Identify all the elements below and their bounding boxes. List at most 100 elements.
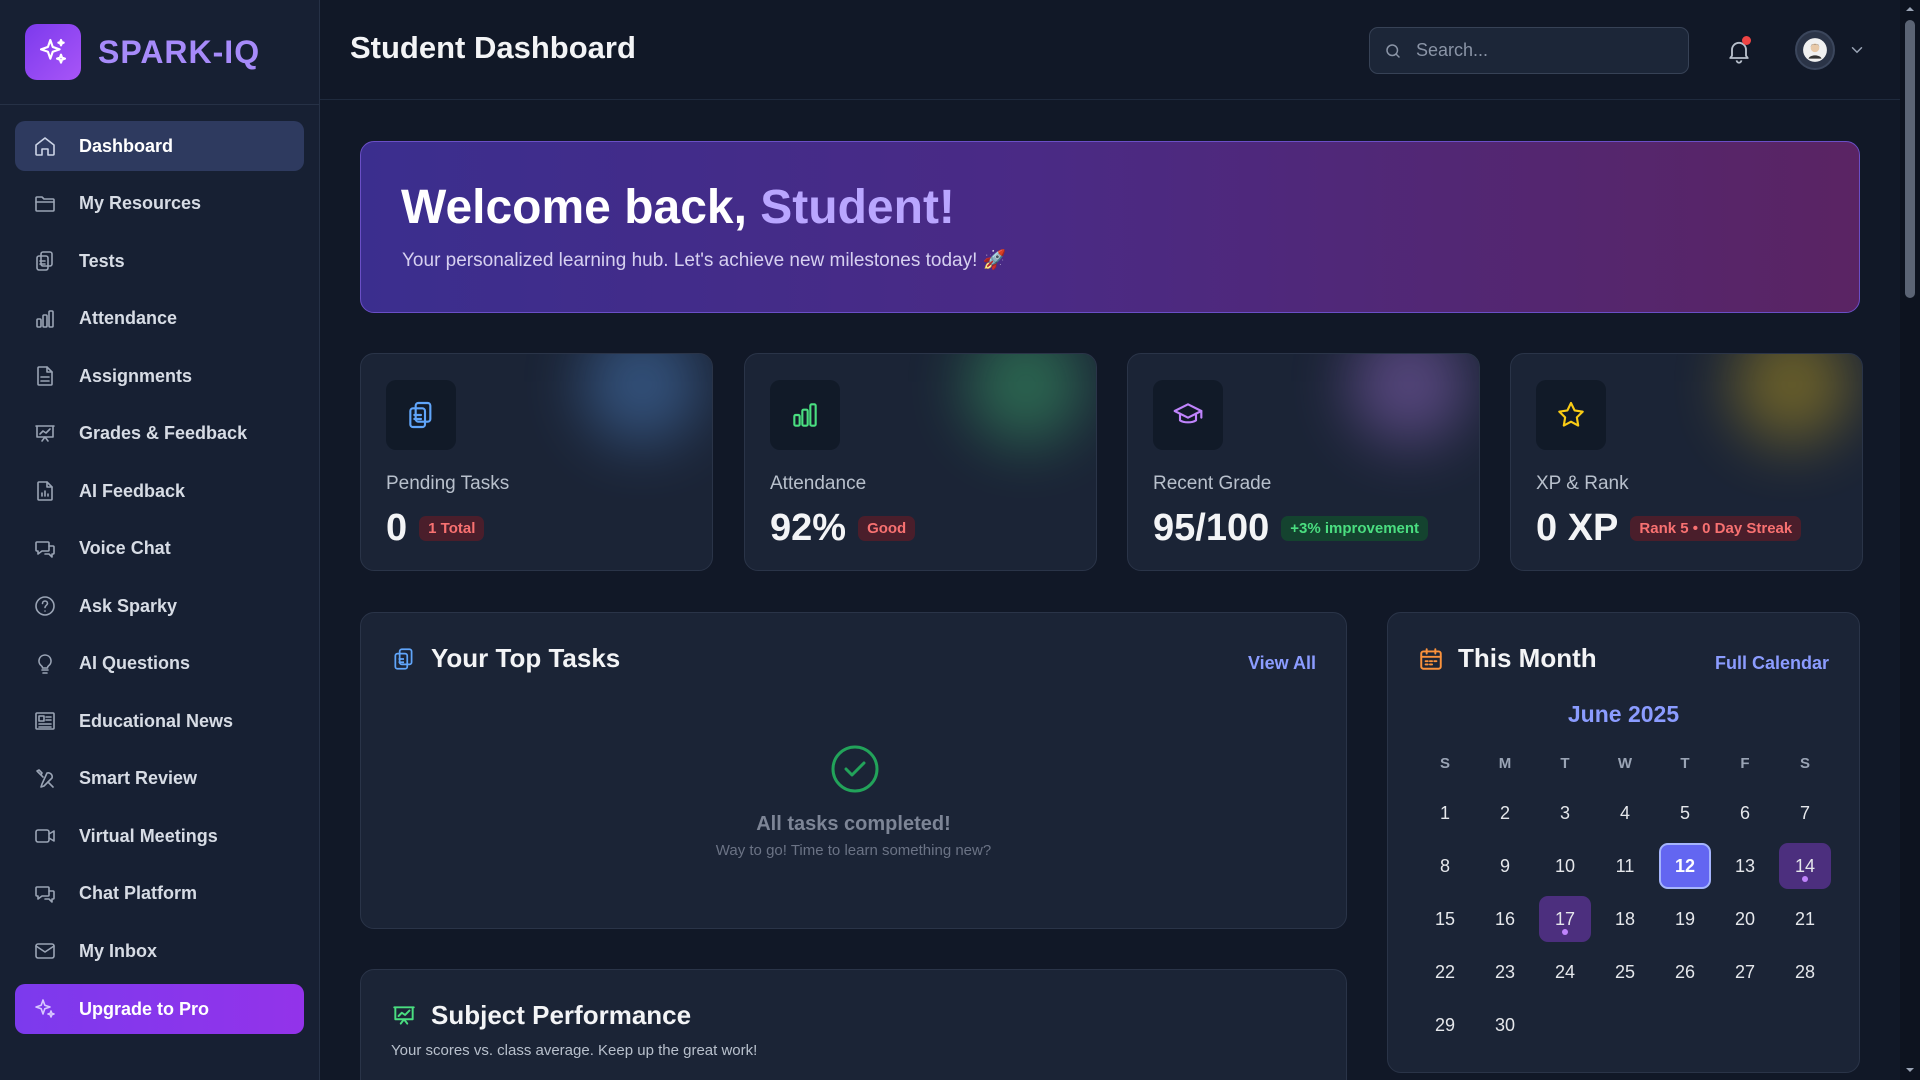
calendar-month: June 2025 xyxy=(1567,701,1680,727)
stat-card-attendance[interactable]: Attendance 92% Good xyxy=(744,353,1097,571)
calendar-day[interactable]: 29 xyxy=(1419,1002,1471,1048)
upgrade-to-pro-button[interactable]: Upgrade to Pro xyxy=(15,984,304,1034)
sparkles-icon xyxy=(33,997,57,1021)
user-avatar[interactable] xyxy=(1795,30,1835,70)
calendar-card: This Month Full Calendar June 2025 S M T W T… xyxy=(1387,612,1860,1073)
search-input[interactable] xyxy=(1416,40,1666,61)
sidebar-item-label: Tests xyxy=(79,250,125,271)
calendar-day[interactable]: 19 xyxy=(1659,896,1711,942)
calendar-day[interactable]: 6 xyxy=(1719,790,1771,836)
calendar-day[interactable]: 9 xyxy=(1479,843,1531,889)
calendar-day[interactable]: 30 xyxy=(1479,1002,1531,1048)
newspaper-icon xyxy=(33,709,57,733)
calendar-day[interactable]: 18 xyxy=(1599,896,1651,942)
view-all-link[interactable]: View All xyxy=(1248,653,1316,674)
calendar-day[interactable]: 8 xyxy=(1419,843,1471,889)
calendar-icon xyxy=(1418,646,1444,672)
calendar-day[interactable]: 1 xyxy=(1419,790,1471,836)
sidebar-item-my-inbox[interactable]: My Inbox xyxy=(15,926,304,976)
calendar-empty-cell xyxy=(1535,1002,1595,1048)
calendar-day[interactable]: 20 xyxy=(1719,896,1771,942)
page-scrollbar[interactable] xyxy=(1900,0,1920,1080)
scroll-down-arrow-icon[interactable] xyxy=(1904,1064,1916,1076)
calendar-day[interactable]: 28 xyxy=(1779,949,1831,995)
bar-chart-icon xyxy=(33,307,57,331)
calendar-day[interactable]: 7 xyxy=(1779,790,1831,836)
sidebar-item-voice-chat[interactable]: Voice Chat xyxy=(15,524,304,574)
stat-card-recent-grade[interactable]: Recent Grade 95/100 +3% improvement xyxy=(1127,353,1480,571)
brand[interactable]: SPARK-IQ xyxy=(25,24,260,80)
stat-card-xp-rank[interactable]: XP & Rank 0 XP Rank 5 • 0 Day Streak xyxy=(1510,353,1863,571)
stat-value: 95/100 xyxy=(1153,507,1270,549)
clipboard-icon xyxy=(391,645,417,673)
calendar-day[interactable]: 22 xyxy=(1419,949,1471,995)
stat-value: 92% xyxy=(770,507,847,549)
calendar-day[interactable]: 4 xyxy=(1599,790,1651,836)
sidebar-item-label: Chat Platform xyxy=(79,883,198,903)
sidebar-item-ask-sparky[interactable]: Ask Sparky xyxy=(15,581,304,631)
search-box[interactable] xyxy=(1369,27,1689,74)
calendar-day[interactable]: 23 xyxy=(1479,949,1531,995)
full-calendar-link[interactable]: Full Calendar xyxy=(1715,653,1829,674)
stat-badge: Good xyxy=(858,516,916,541)
sidebar-item-educational-news[interactable]: Educational News xyxy=(15,696,304,746)
welcome-subtitle: Your personalized learning hub. Let's ac… xyxy=(402,250,1007,271)
card-glow xyxy=(1349,354,1469,444)
calendar-empty-cell xyxy=(1595,1002,1655,1048)
sidebar-item-dashboard[interactable]: Dashboard xyxy=(15,121,304,171)
search-icon xyxy=(1384,42,1402,60)
calendar-day[interactable]: 16 xyxy=(1479,896,1531,942)
calendar-day[interactable]: 14 xyxy=(1779,843,1831,889)
presentation-chart-icon xyxy=(33,422,57,446)
sidebar-item-assignments[interactable]: Assignments xyxy=(15,351,304,401)
welcome-heading: Welcome back, Student! xyxy=(401,180,955,235)
calendar-day[interactable]: 11 xyxy=(1599,843,1651,889)
sidebar-item-ai-feedback[interactable]: AI Feedback xyxy=(15,466,304,516)
stat-value: 0 XP xyxy=(1536,507,1619,549)
sidebar-item-label: Educational News xyxy=(79,710,234,731)
sidebar-item-ai-questions[interactable]: AI Questions xyxy=(15,639,304,689)
calendar-empty-cell xyxy=(1655,1002,1715,1048)
calendar-day[interactable]: 5 xyxy=(1659,790,1711,836)
sidebar-item-smart-review[interactable]: Smart Review xyxy=(15,754,304,804)
empty-subtitle: Way to go! Time to learn something new? xyxy=(715,842,992,859)
clipboard-icon xyxy=(386,380,456,450)
stat-value-row: 0 XP Rank 5 • 0 Day Streak xyxy=(1536,507,1802,550)
calendar-day[interactable]: 2 xyxy=(1479,790,1531,836)
calendar-day[interactable]: 13 xyxy=(1719,843,1771,889)
calendar-day-today[interactable]: 12 xyxy=(1659,843,1711,889)
chevron-down-icon[interactable] xyxy=(1848,41,1866,59)
calendar-day[interactable]: 24 xyxy=(1539,949,1591,995)
notifications-button[interactable] xyxy=(1725,36,1753,65)
performance-title: Subject Performance xyxy=(431,1000,692,1030)
calendar-day[interactable]: 17 xyxy=(1539,896,1591,942)
top-tasks-card: Your Top Tasks View All All tasks comple… xyxy=(360,612,1347,929)
stat-card-pending-tasks[interactable]: Pending Tasks 0 1 Total xyxy=(360,353,713,571)
stat-value-row: 95/100 +3% improvement xyxy=(1153,507,1429,550)
scroll-up-arrow-icon[interactable] xyxy=(1904,3,1916,15)
sidebar-item-label: AI Feedback xyxy=(79,480,186,501)
sidebar-item-virtual-meetings[interactable]: Virtual Meetings xyxy=(15,811,304,861)
sidebar-item-my-resources[interactable]: My Resources xyxy=(15,179,304,229)
calendar-day[interactable]: 15 xyxy=(1419,896,1471,942)
bar-chart-icon xyxy=(770,380,840,450)
folder-icon xyxy=(33,192,57,216)
calendar-day[interactable]: 26 xyxy=(1659,949,1711,995)
calendar-header: This Month xyxy=(1418,643,1597,674)
sidebar-item-grades-feedback[interactable]: Grades & Feedback xyxy=(15,409,304,459)
check-circle-icon xyxy=(830,744,880,794)
sidebar-item-attendance[interactable]: Attendance xyxy=(15,294,304,344)
subject-performance-card: Subject Performance Your scores vs. clas… xyxy=(360,969,1347,1080)
calendar-day[interactable]: 21 xyxy=(1779,896,1831,942)
calendar-day[interactable]: 25 xyxy=(1599,949,1651,995)
sidebar-item-tests[interactable]: Tests xyxy=(15,236,304,286)
graduation-cap-icon xyxy=(1153,380,1223,450)
calendar-day[interactable]: 3 xyxy=(1539,790,1591,836)
card-glow xyxy=(582,354,702,444)
calendar-day[interactable]: 27 xyxy=(1719,949,1771,995)
sidebar-item-chat-platform[interactable]: Chat Platform xyxy=(15,869,304,919)
sidebar-item-label: Ask Sparky xyxy=(79,595,178,616)
scroll-thumb[interactable] xyxy=(1905,20,1915,298)
stat-badge: +3% improvement xyxy=(1281,516,1429,541)
calendar-day[interactable]: 10 xyxy=(1539,843,1591,889)
